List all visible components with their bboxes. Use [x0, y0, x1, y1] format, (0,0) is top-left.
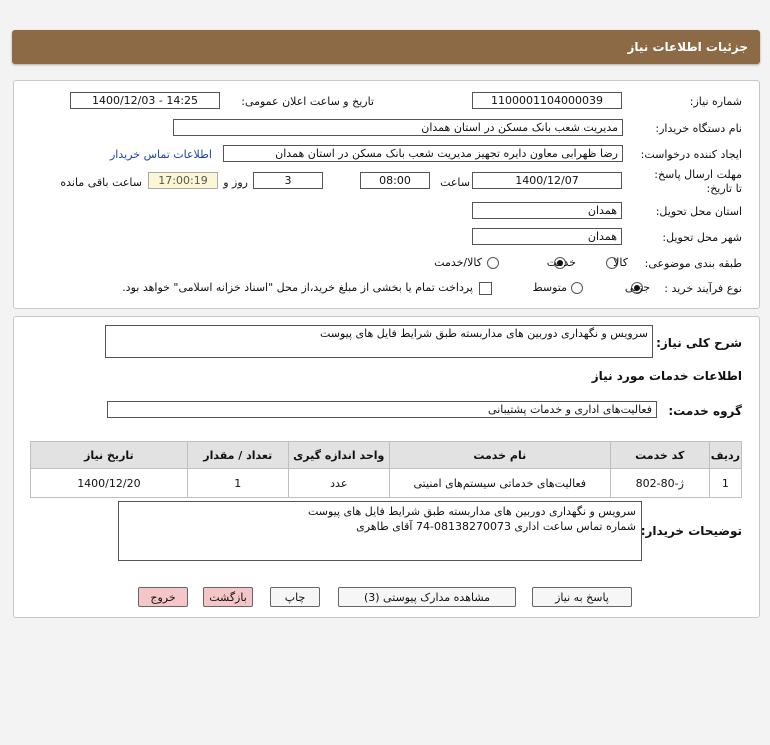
- cell-row: 1: [708, 468, 743, 498]
- cell-date: 1400/12/20: [30, 468, 188, 498]
- purchase-radio-medium[interactable]: [571, 282, 583, 294]
- deadline-date-field: 1400/12/07: [472, 172, 622, 189]
- summary-field: سرویس و نگهداری دوربین های مداربسته طبق …: [105, 325, 653, 358]
- time-label: ساعت: [440, 176, 470, 189]
- buyer-org-field: مدیریت شعب بانک مسکن در استان همدان: [173, 119, 623, 136]
- page-header: جزئیات اطلاعات نیاز: [12, 30, 760, 64]
- deadline-time-field: 08:00: [360, 172, 430, 189]
- buyer-desc-label: توضیحات خریدار:: [640, 524, 742, 538]
- city-field: همدان: [472, 228, 622, 245]
- page-title: جزئیات اطلاعات نیاز: [627, 40, 748, 54]
- buyer-desc-line2: شماره تماس ساعت اداری 08138270073-74 آقا…: [356, 520, 636, 533]
- service-group-field: فعالیت‌های اداری و خدمات پشتیبانی: [107, 401, 657, 418]
- purchase-option-medium: متوسط: [532, 281, 567, 294]
- col-unit-header: واحد اندازه گیری: [287, 441, 390, 469]
- province-field: همدان: [472, 202, 622, 219]
- services-table: ردیف کد خدمت نام خدمت واحد اندازه گیری ت…: [30, 441, 743, 498]
- province-label: استان محل تحویل:: [655, 205, 742, 218]
- city-label: شهر محل تحویل:: [662, 231, 742, 244]
- remaining-time-field: 17:00:19: [148, 172, 218, 189]
- announce-label: تاریخ و ساعت اعلان عمومی:: [241, 95, 374, 108]
- days-field: 3: [253, 172, 323, 189]
- treasury-payment-checkbox[interactable]: [479, 282, 492, 295]
- need-number-label: شماره نیاز:: [689, 95, 742, 108]
- col-row-header: ردیف: [708, 441, 743, 469]
- days-label: روز و: [223, 176, 248, 189]
- creator-field: رضا ظهرابی معاون دایره تجهیز مدیریت شعب …: [223, 145, 623, 162]
- announce-field: 1400/12/03 - 14:25: [70, 92, 220, 109]
- deadline-label: مهلت ارسال پاسخ: تا تاریخ:: [654, 168, 742, 195]
- col-name-header: نام خدمت: [388, 441, 611, 469]
- attachments-button[interactable]: مشاهده مدارک پیوستی (3): [338, 587, 516, 607]
- summary-label: شرح کلی نیاز:: [656, 336, 742, 350]
- purchase-option-minor: جزیی: [624, 281, 650, 294]
- services-section-title: اطلاعات خدمات مورد نیاز: [591, 369, 742, 383]
- category-option-goods-service: کالا/خدمت: [434, 256, 482, 269]
- reply-button[interactable]: پاسخ به نیاز: [532, 587, 632, 607]
- buyer-org-label: نام دستگاه خریدار:: [655, 122, 742, 135]
- print-button[interactable]: چاپ: [270, 587, 320, 607]
- buyer-desc-field: سرویس و نگهداری دوربین های مداربسته طبق …: [118, 501, 642, 561]
- col-date-header: تاریخ نیاز: [30, 441, 188, 469]
- service-group-label: گروه خدمت:: [668, 404, 742, 418]
- need-number-field: 1100001104000039: [472, 92, 622, 109]
- purchase-type-label: نوع فرآیند خرید :: [664, 282, 742, 295]
- buyer-contact-link[interactable]: اطلاعات تماس خریدار: [110, 148, 212, 161]
- cell-unit: عدد: [287, 468, 390, 498]
- col-code-header: کد خدمت: [609, 441, 710, 469]
- col-qty-header: تعداد / مقدار: [186, 441, 289, 469]
- table-row: 1 ژ-80-802 فعالیت‌های خدماتی سیستم‌های ا…: [30, 468, 743, 498]
- category-option-service: خدمت: [546, 256, 576, 269]
- remaining-label: ساعت باقی مانده: [60, 176, 142, 189]
- cell-qty: 1: [186, 468, 289, 498]
- back-button[interactable]: بازگشت: [203, 587, 253, 607]
- cell-code: ژ-80-802: [609, 468, 710, 498]
- buyer-desc-line1: سرویس و نگهداری دوربین های مداربسته طبق …: [307, 505, 636, 518]
- cell-name: فعالیت‌های خدماتی سیستم‌های امنیتی: [388, 468, 611, 498]
- creator-label: ایجاد کننده درخواست:: [640, 148, 742, 161]
- category-radio-goods-service[interactable]: [487, 257, 499, 269]
- category-option-goods: کالا: [613, 256, 628, 269]
- treasury-payment-note: پرداخت تمام یا بخشی از مبلغ خرید،از محل …: [122, 281, 473, 294]
- exit-button[interactable]: خروج: [138, 587, 188, 607]
- category-label: طبقه بندی موضوعی:: [644, 257, 742, 270]
